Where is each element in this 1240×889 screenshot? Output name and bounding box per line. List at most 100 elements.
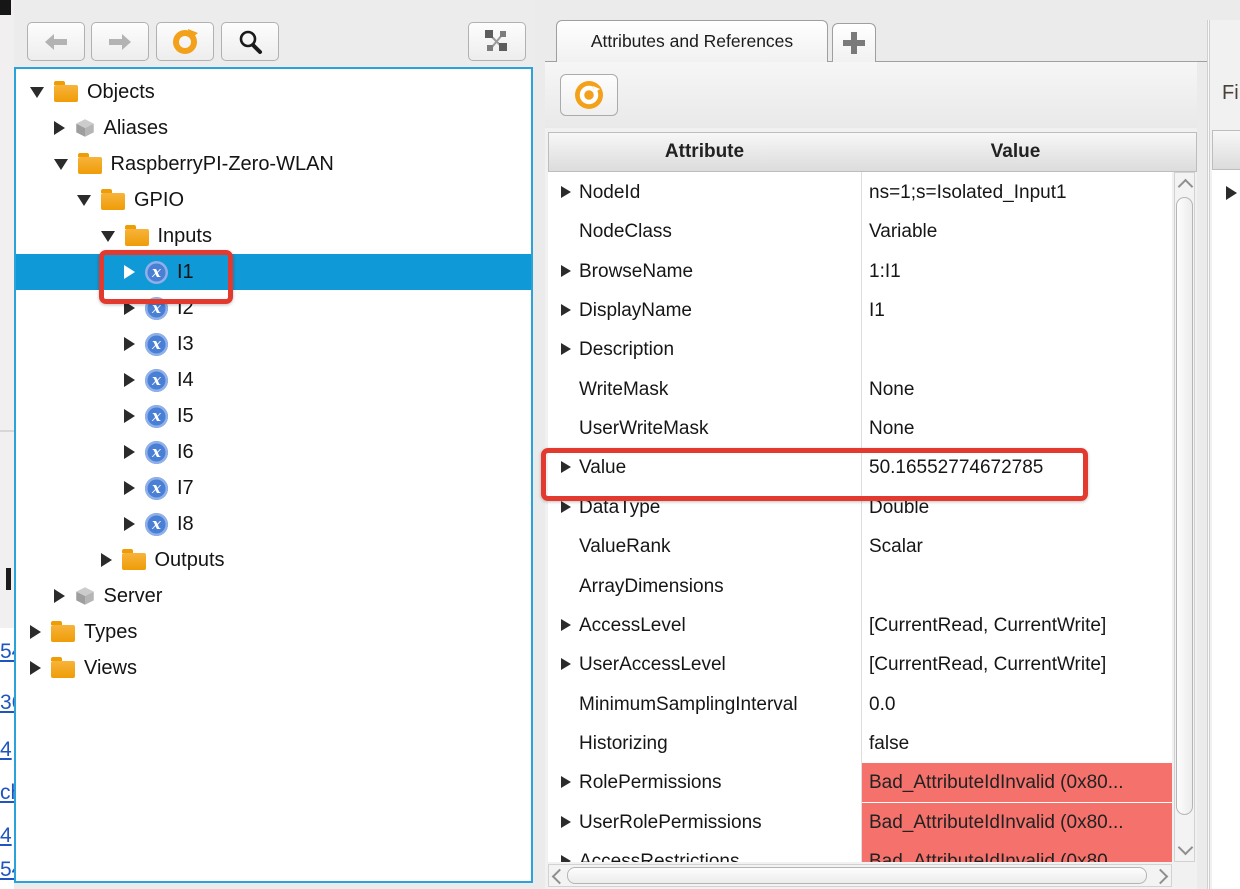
expander-icon[interactable] bbox=[54, 159, 68, 170]
expander-icon[interactable] bbox=[124, 445, 135, 459]
expander-icon[interactable] bbox=[561, 461, 571, 473]
tree-item-objects[interactable]: Objects bbox=[16, 74, 533, 110]
tree-item-raspberrypi-zero-wlan[interactable]: RaspberryPI-Zero-WLAN bbox=[16, 146, 533, 182]
address-space-tree[interactable]: ObjectsAliasesRaspberryPI-Zero-WLANGPIOI… bbox=[14, 67, 533, 883]
background-fragment bbox=[6, 568, 11, 590]
attr-row-useraccesslevel[interactable]: UserAccessLevel[CurrentRead, CurrentWrit… bbox=[548, 645, 1172, 684]
attribute-value: false bbox=[862, 724, 1172, 763]
expander-icon[interactable] bbox=[561, 343, 571, 355]
expander-icon[interactable] bbox=[561, 816, 571, 828]
attr-row-datatype[interactable]: DataTypeDouble bbox=[548, 488, 1172, 527]
tree-item-i1[interactable]: xI1 bbox=[16, 254, 533, 290]
tree-item-i7[interactable]: xI7 bbox=[16, 470, 533, 506]
tree-item-i8[interactable]: xI8 bbox=[16, 506, 533, 542]
tree-item-server[interactable]: Server bbox=[16, 578, 533, 614]
vertical-scrollbar-thumb[interactable] bbox=[1176, 197, 1193, 815]
expander-icon[interactable] bbox=[561, 304, 571, 316]
expander-icon[interactable] bbox=[561, 855, 571, 862]
expander-icon[interactable] bbox=[561, 501, 571, 513]
attr-row-accesslevel[interactable]: AccessLevel[CurrentRead, CurrentWrite] bbox=[548, 606, 1172, 645]
expander-icon[interactable] bbox=[54, 589, 65, 603]
forward-button[interactable] bbox=[91, 22, 149, 61]
tab-attributes-and-references[interactable]: Attributes and References bbox=[556, 20, 828, 62]
column-header-value[interactable]: Value bbox=[860, 132, 1172, 172]
folder-icon bbox=[125, 229, 149, 246]
attribute-name: Description bbox=[579, 330, 674, 369]
folder-icon bbox=[122, 553, 146, 570]
attributes-refresh-button[interactable] bbox=[560, 74, 618, 116]
tree-item-i5[interactable]: xI5 bbox=[16, 398, 533, 434]
tree-item-label: I3 bbox=[177, 333, 194, 356]
attribute-name: DisplayName bbox=[579, 291, 692, 330]
attribute-name: MinimumSamplingInterval bbox=[579, 685, 798, 724]
expander-icon[interactable] bbox=[101, 231, 115, 242]
column-header-attribute[interactable]: Attribute bbox=[548, 132, 861, 172]
tree-item-i3[interactable]: xI3 bbox=[16, 326, 533, 362]
scroll-down-icon[interactable] bbox=[1178, 840, 1194, 856]
refresh-button[interactable] bbox=[156, 22, 214, 61]
attribute-name: AccessLevel bbox=[579, 606, 686, 645]
tree-item-aliases[interactable]: Aliases bbox=[16, 110, 533, 146]
attr-row-writemask[interactable]: WriteMaskNone bbox=[548, 370, 1172, 409]
vertical-scrollbar[interactable] bbox=[1174, 172, 1195, 862]
attr-row-historizing[interactable]: Historizingfalse bbox=[548, 724, 1172, 763]
attributes-table[interactable]: NodeIdns=1;s=Isolated_Input1NodeClassVar… bbox=[548, 172, 1172, 862]
tree-item-label: Objects bbox=[87, 81, 155, 104]
expander-icon[interactable] bbox=[30, 87, 44, 98]
attr-row-accessrestrictions[interactable]: AccessRestrictionsBad_AttributeIdInvalid… bbox=[548, 842, 1172, 862]
tree-item-outputs[interactable]: Outputs bbox=[16, 542, 533, 578]
highlight-mode-button[interactable] bbox=[468, 22, 526, 61]
tree-item-i4[interactable]: xI4 bbox=[16, 362, 533, 398]
scroll-up-icon[interactable] bbox=[1178, 179, 1194, 195]
attr-row-value[interactable]: Value50.16552774672785 bbox=[548, 448, 1172, 487]
add-tab-button[interactable] bbox=[832, 23, 876, 62]
tree-item-i6[interactable]: xI6 bbox=[16, 434, 533, 470]
horizontal-scrollbar-thumb[interactable] bbox=[567, 867, 1147, 884]
back-button[interactable] bbox=[27, 22, 85, 61]
expander-icon[interactable] bbox=[561, 186, 571, 198]
expander-icon[interactable] bbox=[561, 265, 571, 277]
attribute-name: RolePermissions bbox=[579, 763, 722, 802]
tree-item-views[interactable]: Views bbox=[16, 650, 533, 686]
attr-row-rolepermissions[interactable]: RolePermissionsBad_AttributeIdInvalid (0… bbox=[548, 763, 1172, 802]
expander-icon[interactable] bbox=[561, 619, 571, 631]
expander-icon[interactable] bbox=[124, 481, 135, 495]
expander-icon[interactable] bbox=[54, 121, 65, 135]
attribute-value bbox=[862, 567, 1172, 606]
search-button[interactable] bbox=[221, 22, 279, 61]
tree-item-inputs[interactable]: Inputs bbox=[16, 218, 533, 254]
expander-icon[interactable] bbox=[124, 337, 135, 351]
attr-row-userwritemask[interactable]: UserWriteMaskNone bbox=[548, 409, 1172, 448]
scroll-left-icon[interactable] bbox=[552, 869, 568, 885]
attr-row-userrolepermissions[interactable]: UserRolePermissionsBad_AttributeIdInvali… bbox=[548, 803, 1172, 842]
expander-icon[interactable] bbox=[1226, 186, 1237, 200]
expander-icon[interactable] bbox=[101, 553, 112, 567]
attr-row-nodeclass[interactable]: NodeClassVariable bbox=[548, 212, 1172, 251]
expander-icon[interactable] bbox=[124, 301, 135, 315]
expander-icon[interactable] bbox=[561, 776, 571, 788]
expander-icon[interactable] bbox=[30, 661, 41, 675]
horizontal-scrollbar[interactable] bbox=[548, 864, 1172, 887]
attr-row-description[interactable]: Description bbox=[548, 330, 1172, 369]
attr-row-browsename[interactable]: BrowseName1:I1 bbox=[548, 252, 1172, 291]
attr-row-minimumsamplinginterval[interactable]: MinimumSamplingInterval0.0 bbox=[548, 685, 1172, 724]
expander-icon[interactable] bbox=[124, 517, 135, 531]
folder-icon bbox=[51, 625, 75, 642]
expander-icon[interactable] bbox=[124, 409, 135, 423]
expander-icon[interactable] bbox=[124, 265, 135, 279]
tree-item-i2[interactable]: xI2 bbox=[16, 290, 533, 326]
scroll-right-icon[interactable] bbox=[1153, 869, 1169, 885]
expander-icon[interactable] bbox=[30, 625, 41, 639]
attribute-name: DataType bbox=[579, 488, 660, 527]
cube-icon bbox=[75, 118, 95, 138]
expander-icon[interactable] bbox=[124, 373, 135, 387]
right-dock-label-fragment: Fi bbox=[1222, 82, 1239, 105]
expander-icon[interactable] bbox=[77, 195, 91, 206]
tree-item-types[interactable]: Types bbox=[16, 614, 533, 650]
tree-item-gpio[interactable]: GPIO bbox=[16, 182, 533, 218]
attr-row-arraydimensions[interactable]: ArrayDimensions bbox=[548, 567, 1172, 606]
attr-row-valuerank[interactable]: ValueRankScalar bbox=[548, 527, 1172, 566]
attr-row-displayname[interactable]: DisplayNameI1 bbox=[548, 291, 1172, 330]
attr-row-nodeid[interactable]: NodeIdns=1;s=Isolated_Input1 bbox=[548, 173, 1172, 212]
expander-icon[interactable] bbox=[561, 658, 571, 670]
